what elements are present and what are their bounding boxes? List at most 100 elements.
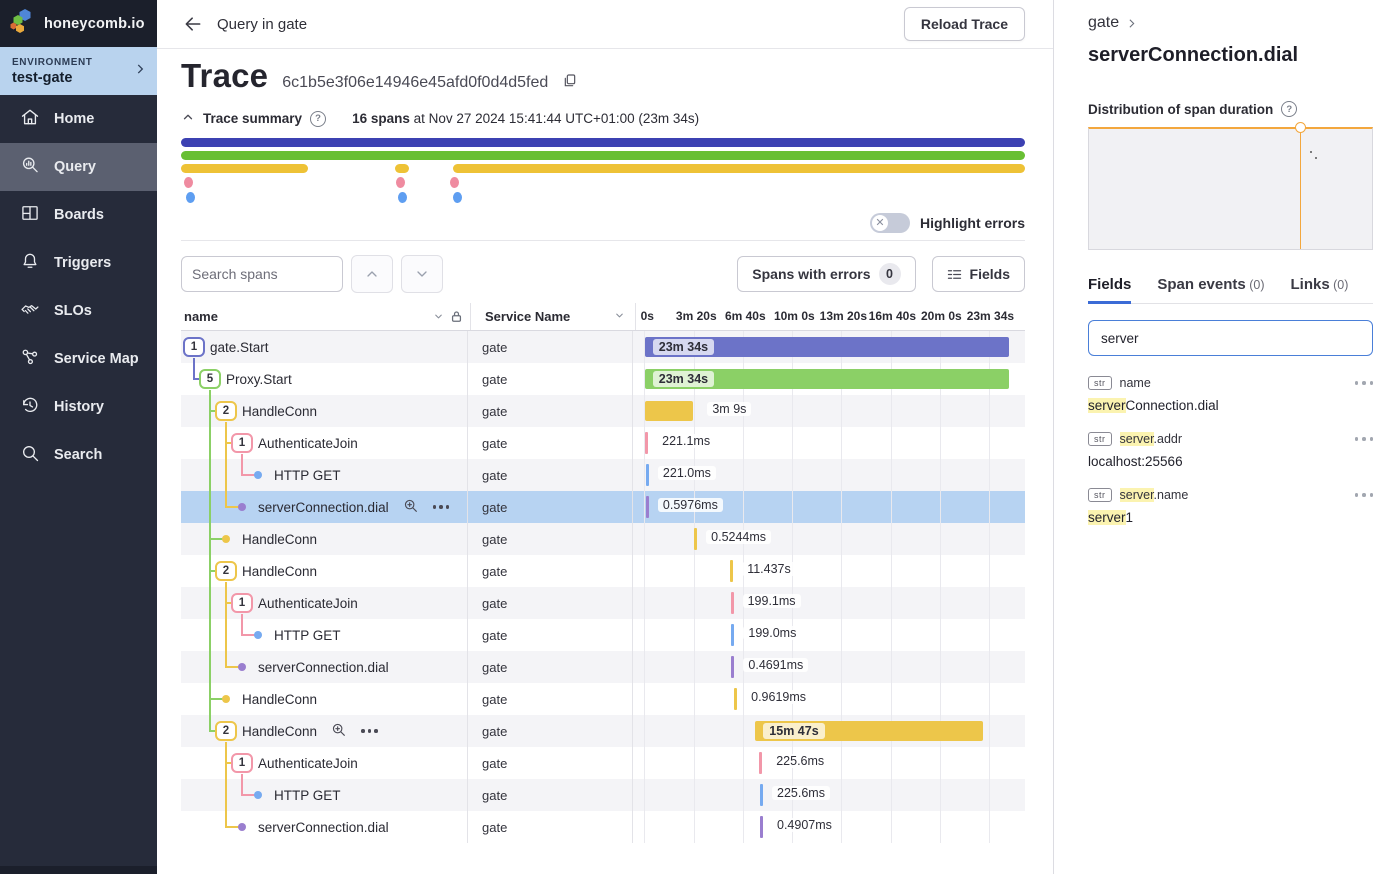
fields-button-label: Fields: [970, 266, 1010, 282]
sidebar-item-service-map[interactable]: Service Map: [0, 335, 157, 383]
sidebar-item-triggers[interactable]: Triggers: [0, 239, 157, 287]
span-duration-tick[interactable]: [731, 624, 734, 646]
table-row[interactable]: serverConnection.dialgate0.5976ms: [181, 491, 1025, 523]
sidebar-item-slos[interactable]: SLOs: [0, 287, 157, 335]
sidebar-item-label: Home: [54, 111, 94, 127]
field-menu-icon[interactable]: [1355, 377, 1374, 389]
span-duration-bar[interactable]: 23m 34s: [645, 369, 1010, 389]
prev-match-button[interactable]: [351, 255, 393, 293]
highlight-errors-toggle[interactable]: ✕: [870, 213, 910, 233]
span-count-badge[interactable]: 1: [231, 753, 253, 773]
fields-button[interactable]: Fields: [932, 256, 1025, 292]
span-name: serverConnection.dial: [258, 660, 389, 675]
history-icon: [20, 395, 40, 419]
sidebar-item-boards[interactable]: Boards: [0, 191, 157, 239]
table-row[interactable]: HTTP GETgate221.0ms: [181, 459, 1025, 491]
reload-trace-button[interactable]: Reload Trace: [904, 7, 1025, 41]
span-duration-tick[interactable]: [645, 432, 648, 454]
breadcrumb-service[interactable]: gate: [1088, 14, 1119, 32]
timeline-cell: 225.6ms: [632, 779, 1025, 811]
span-duration-tick[interactable]: [760, 816, 763, 838]
timeline-cell: 0.5976ms: [632, 491, 1025, 523]
zoom-to-span-icon[interactable]: [403, 498, 419, 517]
trace-summary-label[interactable]: Trace summary: [203, 111, 302, 126]
span-count-badge[interactable]: 1: [231, 433, 253, 453]
table-row[interactable]: 2HandleConngate11.437s: [181, 555, 1025, 587]
help-icon[interactable]: ?: [310, 111, 326, 127]
table-row[interactable]: 2HandleConngate15m 47s: [181, 715, 1025, 747]
tab-fields[interactable]: Fields: [1088, 276, 1131, 303]
help-icon[interactable]: ?: [1281, 101, 1297, 117]
span-duration-tick[interactable]: [731, 656, 734, 678]
span-name: serverConnection.dial: [258, 820, 389, 835]
table-row[interactable]: 1gate.Startgate23m 34s: [181, 331, 1025, 363]
span-duration-bar[interactable]: 15m 47s: [755, 721, 982, 741]
timeline-cell: 11.437s: [632, 555, 1025, 587]
span-duration-tick[interactable]: [759, 752, 762, 774]
field-menu-icon[interactable]: [1355, 433, 1374, 445]
table-row[interactable]: HandleConngate0.5244ms: [181, 523, 1025, 555]
table-row[interactable]: HTTP GETgate225.6ms: [181, 779, 1025, 811]
sidebar-item-search[interactable]: Search: [0, 431, 157, 479]
table-row[interactable]: serverConnection.dialgate0.4907ms: [181, 811, 1025, 843]
environment-switcher[interactable]: ENVIRONMENT test-gate: [0, 47, 157, 95]
span-count-badge[interactable]: 2: [215, 401, 237, 421]
span-duration-bar[interactable]: 23m 34s: [645, 337, 1010, 357]
chevron-up-icon[interactable]: [181, 110, 195, 127]
span-duration-tick[interactable]: [734, 688, 737, 710]
span-count-badge[interactable]: 5: [199, 369, 221, 389]
next-match-button[interactable]: [401, 255, 443, 293]
span-duration-tick[interactable]: [646, 464, 649, 486]
boards-icon: [20, 203, 40, 227]
sidebar-item-history[interactable]: History: [0, 383, 157, 431]
tab-span-events[interactable]: Span events (0): [1157, 276, 1264, 303]
span-count-badge[interactable]: 1: [231, 593, 253, 613]
search-spans-input[interactable]: [181, 256, 343, 292]
timeline-cell: 221.1ms: [632, 427, 1025, 459]
table-row[interactable]: 2HandleConngate3m 9s: [181, 395, 1025, 427]
timeline-cell: 199.0ms: [632, 619, 1025, 651]
sidebar-item-home[interactable]: Home: [0, 95, 157, 143]
field-value: localhost:25566: [1088, 454, 1373, 469]
minimap-bar-row: [181, 164, 1025, 173]
table-row[interactable]: 1AuthenticateJoingate199.1ms: [181, 587, 1025, 619]
span-duration-tick[interactable]: [731, 592, 734, 614]
minimap-span-segment: [181, 151, 1025, 160]
distribution-chart[interactable]: [1088, 127, 1373, 250]
arrow-left-icon: [183, 14, 203, 34]
table-row[interactable]: 1AuthenticateJoingate221.1ms: [181, 427, 1025, 459]
more-options-icon[interactable]: [361, 729, 378, 733]
span-duration-tick[interactable]: [730, 560, 733, 582]
span-duration-tick[interactable]: [760, 784, 763, 806]
table-row[interactable]: serverConnection.dialgate0.4691ms: [181, 651, 1025, 683]
honeycomb-logo[interactable]: honeycomb.io: [0, 0, 157, 47]
table-row[interactable]: HandleConngate0.9619ms: [181, 683, 1025, 715]
span-duration-tick[interactable]: [646, 496, 649, 518]
axis-tick-label: 3m 20s: [676, 309, 717, 323]
table-row[interactable]: 5Proxy.Startgate23m 34s: [181, 363, 1025, 395]
field-search-input[interactable]: [1088, 320, 1373, 356]
span-count-badge[interactable]: 1: [183, 337, 205, 357]
sidebar-item-query[interactable]: Query: [0, 143, 157, 191]
table-row[interactable]: 1AuthenticateJoingate225.6ms: [181, 747, 1025, 779]
span-duration-label: 199.1ms: [743, 594, 801, 608]
copy-icon[interactable]: [562, 73, 578, 94]
field-menu-icon[interactable]: [1355, 489, 1374, 501]
column-header-name[interactable]: name: [181, 309, 470, 324]
span-duration-tick[interactable]: [694, 528, 697, 550]
distribution-selected-marker: [1300, 129, 1302, 249]
table-row[interactable]: HTTP GETgate199.0ms: [181, 619, 1025, 651]
trace-minimap[interactable]: [181, 138, 1025, 207]
back-button[interactable]: [183, 14, 203, 34]
tab-links[interactable]: Links (0): [1290, 276, 1348, 303]
spans-with-errors-button[interactable]: Spans with errors 0: [737, 256, 915, 292]
more-options-icon[interactable]: [433, 505, 450, 509]
trace-id: 6c1b5e3f06e14946e45afd0f0d4d5fed: [282, 74, 548, 92]
column-header-service[interactable]: Service Name: [470, 303, 635, 330]
span-count-badge[interactable]: 2: [215, 561, 237, 581]
span-duration-bar[interactable]: [645, 401, 694, 421]
home-icon: [20, 107, 40, 131]
span-count-badge[interactable]: 2: [215, 721, 237, 741]
span-name-cell: 1AuthenticateJoin: [181, 587, 467, 619]
zoom-to-span-icon[interactable]: [331, 722, 347, 741]
